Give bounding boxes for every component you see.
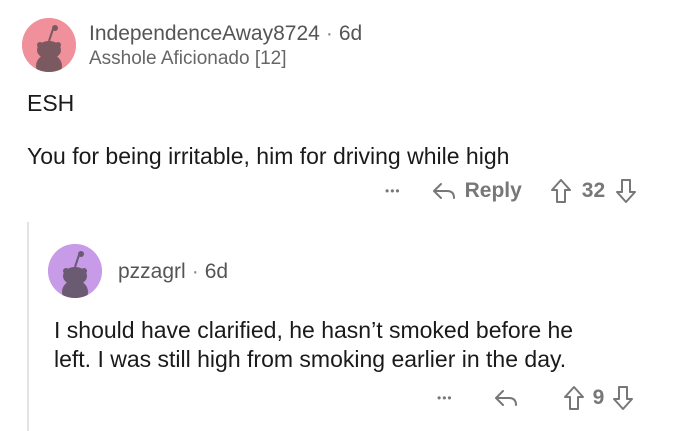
upvote-arrow-icon	[563, 386, 584, 410]
downvote-arrow-icon	[613, 386, 634, 410]
comment-meta: IndependenceAway8724 · 6d	[89, 22, 362, 46]
username[interactable]: IndependenceAway8724	[89, 22, 320, 45]
reddit-snoo-icon	[48, 244, 102, 298]
downvote-button[interactable]	[612, 385, 634, 411]
reply-button[interactable]: Reply	[431, 179, 522, 203]
reply-meta: pzzagrl · 6d	[118, 260, 228, 284]
separator-dot: ·	[325, 22, 333, 45]
comment-verdict: ESH	[27, 90, 75, 116]
reply-avatar[interactable]	[48, 244, 102, 298]
reddit-snoo-icon	[22, 18, 76, 72]
reply-username[interactable]: pzzagrl	[118, 260, 186, 283]
avatar[interactable]	[22, 18, 76, 72]
upvote-button[interactable]	[550, 178, 572, 204]
thread-line[interactable]	[27, 222, 29, 431]
reply-body-line-1: I should have clarified, he hasn’t smoke…	[54, 317, 574, 343]
more-options-button[interactable]: •••	[437, 391, 453, 405]
more-icon: •••	[385, 184, 401, 198]
reply-body-line-2: left. I was still high from smoking earl…	[54, 346, 567, 372]
more-options-button[interactable]: •••	[385, 184, 401, 198]
upvote-button[interactable]	[563, 385, 585, 411]
reply-label: Reply	[464, 179, 522, 202]
timestamp: 6d	[338, 22, 363, 45]
more-icon: •••	[437, 391, 453, 405]
reply-arrow-icon	[494, 390, 517, 406]
vote-score: 32	[581, 179, 606, 202]
comment-body: You for being irritable, him for driving…	[27, 143, 510, 169]
reply-timestamp: 6d	[204, 260, 229, 283]
downvote-button[interactable]	[615, 178, 637, 204]
separator-dot: ·	[191, 260, 199, 283]
reply-button[interactable]	[493, 387, 519, 409]
comment-actions: ••• Reply 32	[385, 178, 637, 204]
reply-actions: ••• 9	[437, 385, 634, 411]
reply-arrow-icon	[432, 183, 455, 199]
user-flair: Asshole Aficionado [12]	[89, 48, 287, 69]
downvote-arrow-icon	[616, 179, 637, 203]
vote-score: 9	[592, 386, 605, 409]
upvote-arrow-icon	[550, 179, 571, 203]
